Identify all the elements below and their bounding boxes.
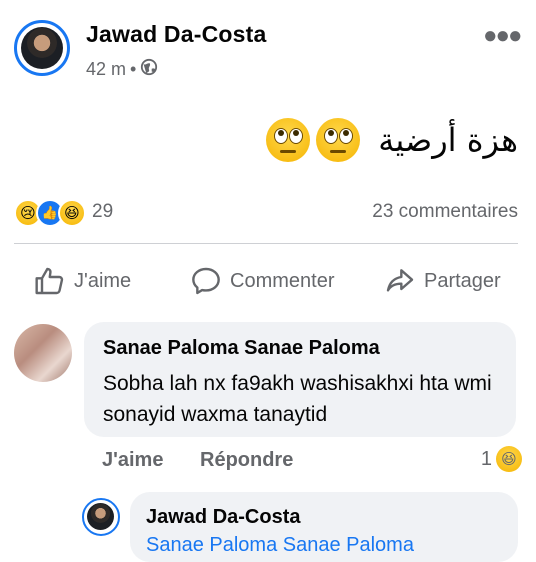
share-button[interactable]: Partager <box>384 265 501 297</box>
comment-text: Sobha lah nx fa9akh washisakhxi hta wmi … <box>103 372 492 426</box>
reply-author-name[interactable]: Jawad Da-Costa <box>146 506 301 529</box>
comment-reaction-count: 1 <box>480 447 492 470</box>
reply-author-avatar[interactable] <box>82 498 120 536</box>
comment-label: Commenter <box>230 269 335 292</box>
post-content: هزة أرضية <box>266 118 518 162</box>
comment-button[interactable]: Commenter <box>190 265 334 297</box>
more-options-icon[interactable]: ●●● <box>483 22 522 50</box>
reaction-icons[interactable]: 😢 👍 😆 <box>14 199 86 227</box>
thumbs-up-icon <box>35 267 64 295</box>
comment-reactions[interactable]: 1 😆 <box>481 446 522 472</box>
like-label: J'aime <box>74 269 132 292</box>
reaction-count[interactable]: 29 <box>92 201 113 223</box>
author-avatar[interactable] <box>14 20 70 76</box>
divider <box>14 243 518 244</box>
reply-avatar-image <box>87 503 114 530</box>
haha-reaction-icon: 😆 <box>58 199 86 227</box>
post-author-name[interactable]: Jawad Da-Costa <box>86 21 266 48</box>
speech-bubble-icon <box>192 267 220 295</box>
comment-author-name[interactable]: Sanae Paloma Sanae Paloma <box>103 337 380 360</box>
globe-icon <box>140 58 158 81</box>
haha-reaction-icon: 😆 <box>496 446 522 472</box>
share-arrow-icon <box>386 269 414 292</box>
comment-like-button[interactable]: J'aime <box>102 449 163 472</box>
eye-roll-emoji-icon <box>266 118 311 162</box>
post-time[interactable]: 42 m <box>86 59 126 80</box>
post-text: هزة أرضية <box>378 121 518 159</box>
comment-reply-button[interactable]: Répondre <box>200 449 293 472</box>
reply-mention-link[interactable]: Sanae Paloma Sanae Paloma <box>146 534 414 557</box>
eye-roll-emoji-icon <box>316 118 361 162</box>
share-label: Partager <box>424 269 501 292</box>
meta-separator: • <box>130 59 137 79</box>
commenter-avatar[interactable] <box>14 324 72 382</box>
comment-count[interactable]: 23 commentaires <box>372 201 518 223</box>
post-meta: 42 m • <box>86 58 158 81</box>
like-button[interactable]: J'aime <box>34 265 131 297</box>
author-avatar-image <box>21 27 63 69</box>
